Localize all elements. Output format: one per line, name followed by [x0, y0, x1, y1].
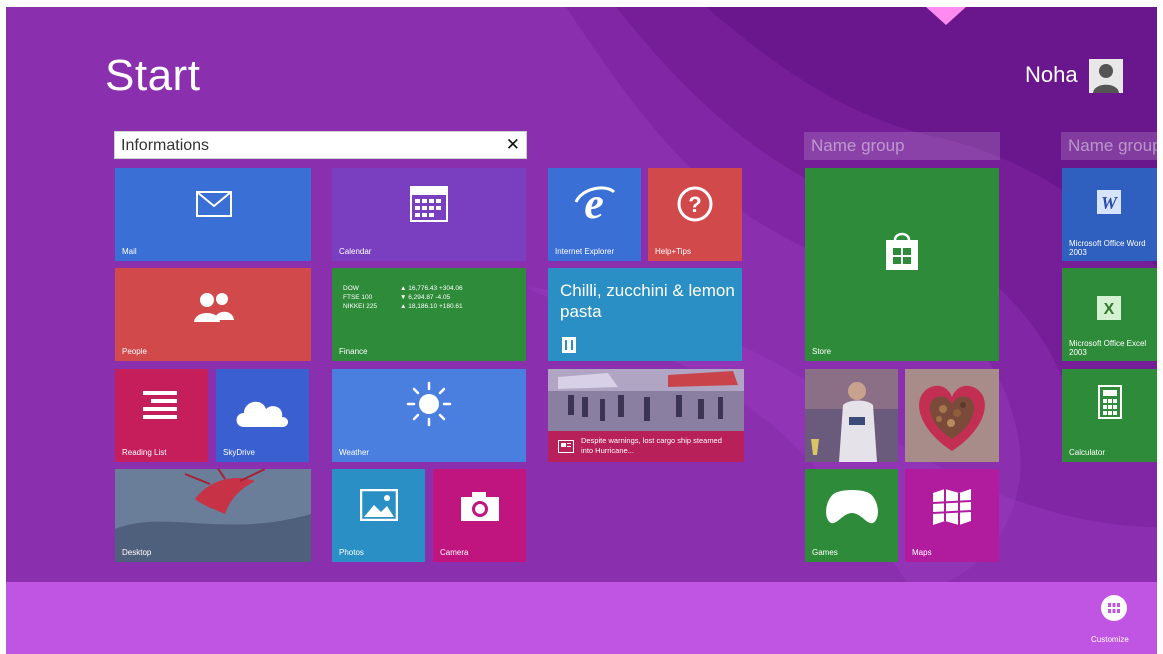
help-icon: ? — [677, 186, 713, 222]
sports-photo-image — [805, 369, 898, 462]
group-name-field[interactable]: Name group — [1061, 132, 1157, 160]
start-screen: Start Noha ✕ Name group Name group Mail … — [6, 7, 1157, 654]
tile-desktop[interactable]: Desktop — [115, 469, 311, 562]
tile-label: Finance — [339, 347, 368, 356]
calendar-icon — [410, 186, 448, 222]
tile-news[interactable]: Despite warnings, lost cargo ship steame… — [548, 369, 744, 462]
tile-weather[interactable]: Weather — [332, 369, 526, 462]
finance-row: DOW ▲ 16,776.43 +304.06 — [343, 285, 463, 292]
tile-skydrive[interactable]: SkyDrive — [216, 369, 309, 462]
reading-list-icon — [143, 391, 177, 419]
tile-label: Mail — [122, 247, 137, 256]
calculator-icon — [1098, 385, 1122, 419]
camera-icon — [461, 492, 499, 521]
tile-excel[interactable]: X Microsoft Office Excel 2003 — [1062, 268, 1157, 361]
tile-label: Photos — [339, 548, 364, 557]
customize-icon — [1108, 603, 1120, 613]
tile-label: Maps — [912, 548, 932, 557]
tile-word[interactable]: W Microsoft Office Word 2003 — [1062, 168, 1157, 261]
app-bar — [6, 582, 1157, 654]
tile-calculator[interactable]: Calculator — [1062, 369, 1157, 462]
tile-label: Microsoft Office Excel 2003 — [1069, 339, 1147, 357]
avatar[interactable] — [1089, 59, 1123, 93]
tile-maps[interactable]: Maps — [905, 469, 999, 562]
tile-calendar[interactable]: Calendar — [332, 168, 526, 261]
finance-row: FTSE 100 ▼ 6,294.87 -4.05 — [343, 294, 451, 301]
finance-row: NIKKEI 225 ▲ 18,186.10 +180.61 — [343, 303, 463, 310]
tile-photos[interactable]: Photos — [332, 469, 425, 562]
tile-finance[interactable]: DOW ▲ 16,776.43 +304.06 FTSE 100 ▼ 6,294.8… — [332, 268, 526, 361]
tile-label: Games — [812, 548, 838, 557]
gamepad-icon — [826, 490, 878, 524]
news-headline: Despite warnings, lost cargo ship steame… — [581, 436, 722, 455]
cutlery-icon — [562, 337, 576, 353]
tile-sports[interactable] — [805, 369, 898, 462]
news-bar: Despite warnings, lost cargo ship steame… — [548, 431, 744, 462]
customize-label: Customize — [1091, 635, 1129, 644]
user-icon — [1093, 64, 1119, 93]
tile-store[interactable]: Store — [805, 168, 999, 361]
cloud-icon — [236, 401, 288, 427]
page-title: Start — [105, 51, 201, 100]
tile-food[interactable]: Chilli, zucchini & lemon pasta — [548, 268, 742, 361]
tile-label: SkyDrive — [223, 448, 256, 457]
tile-people[interactable]: People — [115, 268, 311, 361]
tile-label: People — [122, 347, 147, 356]
tile-internet-explorer[interactable]: e Internet Explorer — [548, 168, 641, 261]
tile-label: Store — [812, 347, 832, 356]
health-food-image — [905, 369, 999, 462]
tile-label: Reading List — [122, 448, 167, 457]
tile-label: Internet Explorer — [555, 247, 615, 256]
search-box[interactable]: ✕ — [114, 131, 527, 159]
map-icon — [933, 489, 971, 525]
tile-mail[interactable]: Mail — [115, 168, 311, 261]
sun-icon — [406, 381, 452, 427]
excel-icon: X — [1097, 296, 1121, 320]
tile-label: Calculator — [1069, 448, 1106, 457]
mail-icon — [196, 191, 232, 217]
internet-explorer-icon: e — [574, 182, 616, 226]
tile-camera[interactable]: Camera — [433, 469, 526, 562]
tile-label: Calendar — [339, 247, 372, 256]
word-icon: W — [1097, 190, 1121, 214]
food-title: Chilli, zucchini & lemon pasta — [560, 281, 735, 321]
svg-text:?: ? — [688, 192, 701, 217]
svg-text:X: X — [1104, 301, 1115, 318]
tile-health[interactable] — [905, 369, 999, 462]
tile-label: Camera — [440, 548, 469, 557]
tile-label: Help+Tips — [655, 247, 691, 256]
tile-games[interactable]: Games — [805, 469, 898, 562]
news-icon — [558, 440, 574, 453]
photos-icon — [360, 489, 398, 521]
tile-reading-list[interactable]: Reading List — [115, 369, 208, 462]
close-icon[interactable]: ✕ — [506, 135, 520, 155]
news-photo-image — [548, 369, 744, 431]
tile-label: Desktop — [122, 548, 152, 557]
tile-label: Microsoft Office Word 2003 — [1069, 239, 1146, 257]
user-name[interactable]: Noha — [1025, 62, 1078, 88]
search-input[interactable] — [121, 135, 501, 157]
customize-button[interactable] — [1101, 595, 1127, 621]
people-icon — [194, 293, 234, 322]
tile-label: Weather — [339, 448, 370, 457]
group-name-field[interactable]: Name group — [804, 132, 1000, 160]
tile-help-tips[interactable]: ? Help+Tips — [648, 168, 742, 261]
store-icon — [886, 232, 918, 270]
svg-text:W: W — [1101, 193, 1119, 213]
